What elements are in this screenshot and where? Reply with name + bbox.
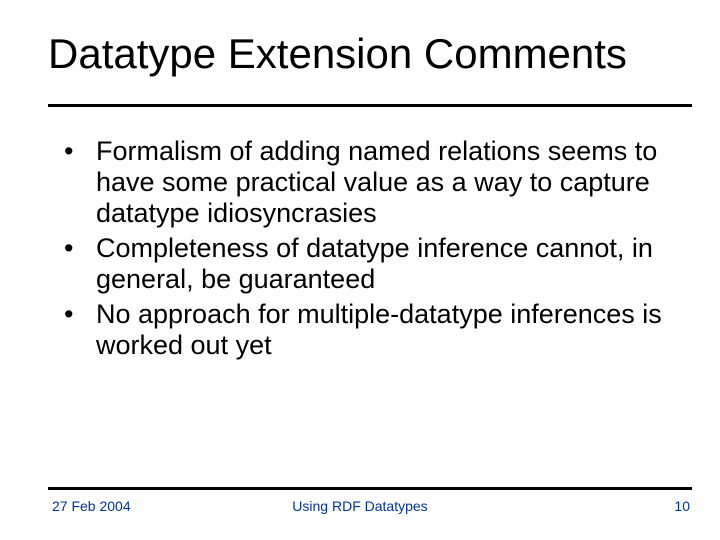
list-item: No approach for multiple-datatype infere… (64, 299, 684, 361)
slide: Datatype Extension Comments Formalism of… (0, 0, 720, 540)
title-underline (48, 104, 692, 107)
slide-title: Datatype Extension Comments (48, 32, 696, 76)
list-item: Completeness of datatype inference canno… (64, 233, 684, 295)
footer-title: Using RDF Datatypes (0, 498, 720, 514)
footer-page-number: 10 (674, 498, 690, 514)
footer-underline (48, 487, 692, 490)
bullet-list: Formalism of adding named relations seem… (64, 136, 684, 361)
slide-body: Formalism of adding named relations seem… (64, 136, 684, 365)
list-item: Formalism of adding named relations seem… (64, 136, 684, 229)
slide-footer: 27 Feb 2004 Using RDF Datatypes 10 (0, 498, 720, 522)
